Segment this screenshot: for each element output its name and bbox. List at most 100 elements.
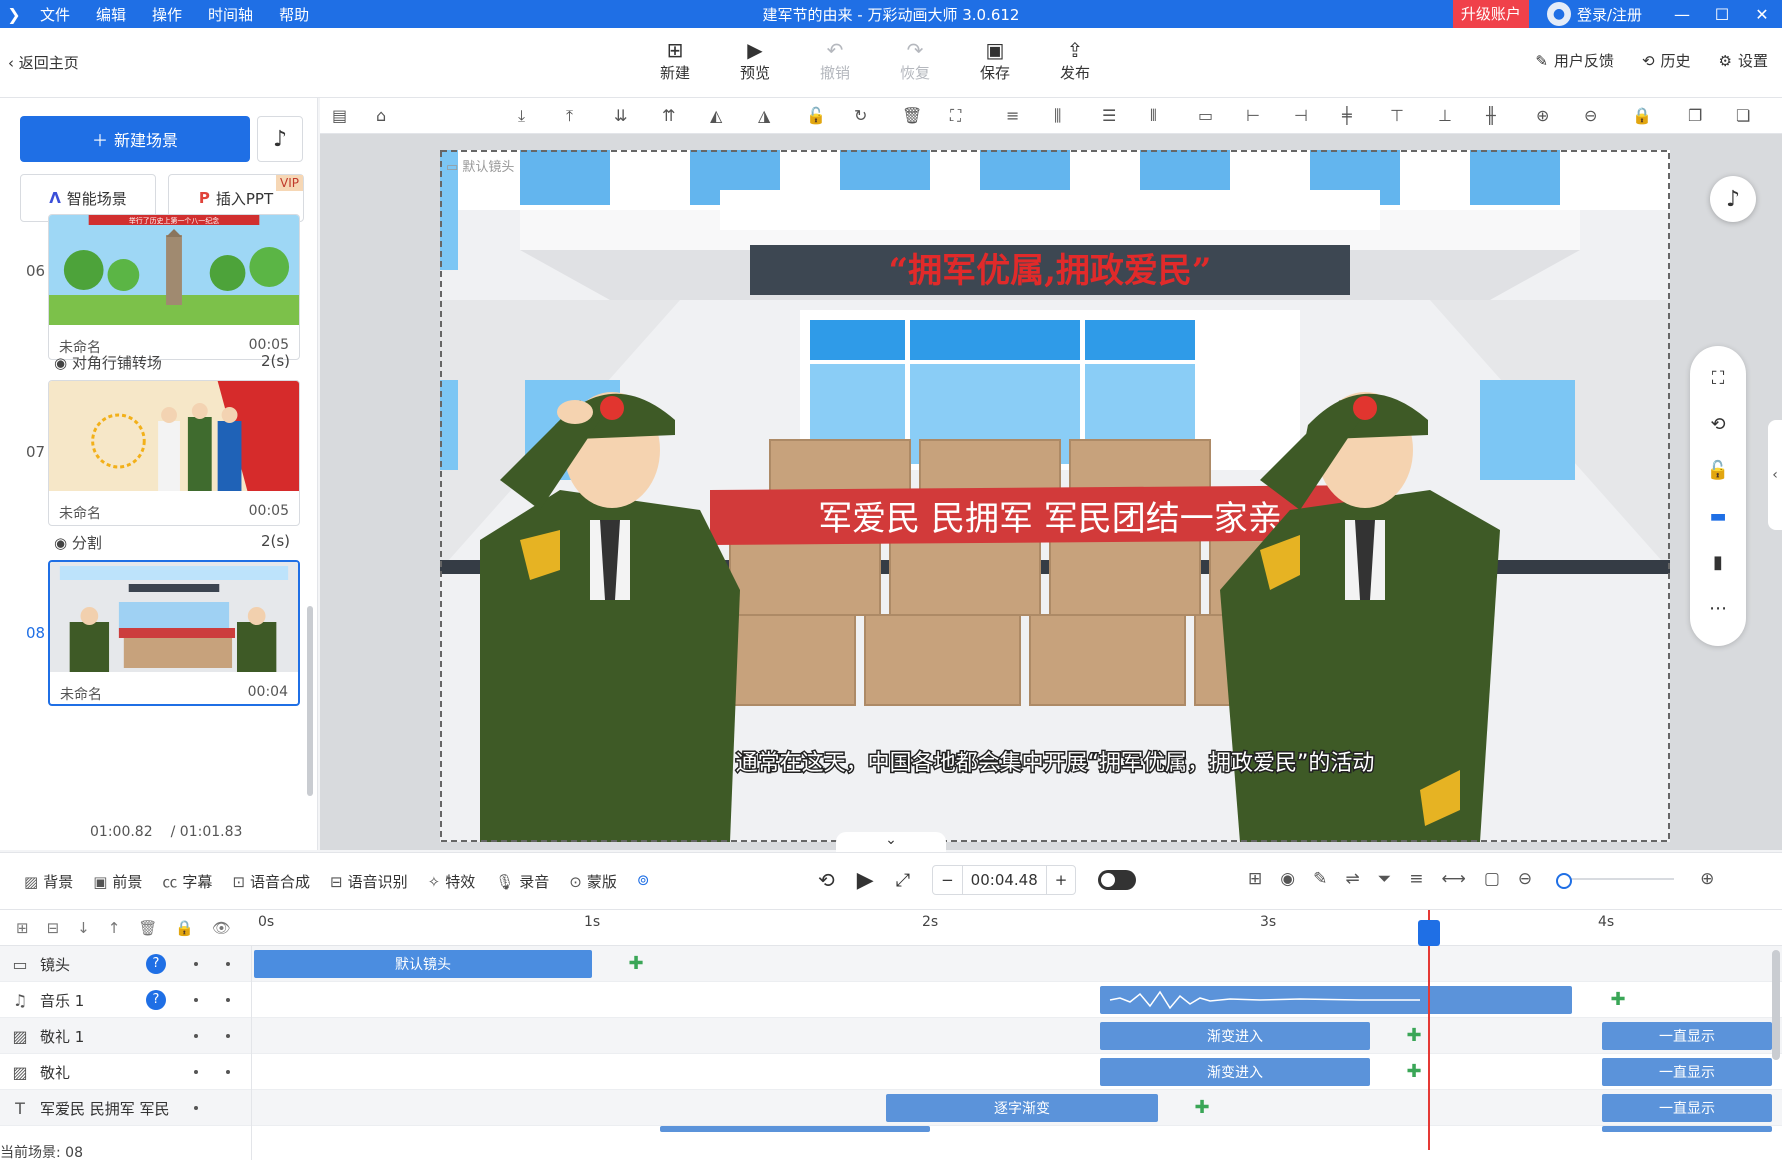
move-bottom-icon[interactable]: ⤓: [518, 106, 525, 126]
scene-card-08[interactable]: 未命名 00:04: [48, 560, 300, 706]
align-hcenter-icon[interactable]: ╪: [1342, 106, 1352, 125]
timeline-zoom-in-icon[interactable]: ⊕: [1700, 869, 1714, 889]
more-icon[interactable]: ⋯: [1690, 598, 1746, 619]
track-row-salute-1[interactable]: ▨ 敬礼 1 渐变进入 ✚ 一直显示: [0, 1018, 1782, 1054]
distribute-h-icon[interactable]: ⫼: [1054, 106, 1061, 126]
background-button[interactable]: ▨ 背景: [24, 871, 73, 892]
layout-icon[interactable]: ▤: [332, 106, 347, 125]
save-button[interactable]: ▣ 保存: [970, 38, 1020, 83]
subtitle-button[interactable]: ㏄字幕: [162, 871, 212, 892]
clip-always-show[interactable]: 一直显示: [1602, 1022, 1772, 1050]
track-row-salute[interactable]: ▨ 敬礼 渐变进入 ✚ 一直显示: [0, 1054, 1782, 1090]
delete-track-icon[interactable]: 🗑: [138, 919, 157, 937]
time-ruler[interactable]: 0s 1s 2s 3s 4s: [252, 910, 1782, 946]
history-button[interactable]: ⟲ 历史: [1642, 50, 1691, 71]
edit-icon[interactable]: ✎: [1313, 869, 1327, 889]
time-minus-button[interactable]: −: [933, 871, 962, 889]
record-button[interactable]: 🎙 录音: [495, 871, 549, 892]
adjust-icon[interactable]: ≡: [1409, 869, 1423, 889]
settings-button[interactable]: ⚙ 设置: [1719, 50, 1768, 71]
timeline-zoom-out-icon[interactable]: ⊖: [1518, 869, 1532, 889]
snap-toggle[interactable]: [1098, 870, 1137, 890]
scene-card-07[interactable]: 未命名 00:05: [48, 380, 300, 526]
clip-always-show[interactable]: 一直显示: [1602, 1058, 1772, 1086]
align-middle-icon[interactable]: ☰: [1102, 106, 1116, 125]
ratio-icon[interactable]: ▢: [1484, 869, 1500, 889]
fullscreen-icon[interactable]: ⛶: [1690, 368, 1746, 389]
track-row-camera[interactable]: ▭ 镜头? 默认镜头 ✚: [0, 946, 1782, 982]
menu-help[interactable]: 帮助: [279, 4, 309, 25]
menu-edit[interactable]: 编辑: [96, 4, 126, 25]
keyframe-add-icon[interactable]: ✚: [1404, 1062, 1424, 1082]
align-vcenter-icon[interactable]: ╫: [1486, 106, 1496, 125]
clip-fade-in[interactable]: 渐变进入: [1100, 1022, 1370, 1050]
upgrade-button[interactable]: 升级账户: [1452, 0, 1529, 28]
move-top-icon[interactable]: ⤒: [566, 106, 573, 126]
align-center-h-icon[interactable]: ≡: [1006, 106, 1019, 125]
foreground-button[interactable]: ▣ 前景: [93, 871, 142, 892]
back-home-button[interactable]: ‹ 返回主页: [8, 52, 79, 73]
canvas-music-button[interactable]: ♪: [1710, 176, 1756, 222]
transition-07-08[interactable]: ◉ 分割 2(s): [54, 532, 290, 553]
tts-button[interactable]: ⊡ 语音合成: [232, 871, 310, 892]
camera-snapshot-icon[interactable]: ◉: [1280, 869, 1295, 889]
move-up-track-icon[interactable]: ↑: [108, 919, 121, 937]
replay-icon[interactable]: ⟲: [818, 868, 835, 892]
stage-canvas[interactable]: “拥军优属,拥政爱民” 军爱民 民拥军 军民团结一家亲 通常在这天，中国各地都会…: [440, 150, 1670, 842]
play-icon[interactable]: ▶: [857, 868, 874, 893]
home-icon[interactable]: ⌂: [376, 106, 386, 125]
help-icon[interactable]: ?: [146, 954, 166, 974]
landscape-icon[interactable]: ▬: [1690, 506, 1746, 527]
keyframe-add-icon[interactable]: ✚: [626, 954, 646, 974]
align-right-icon[interactable]: ⊣: [1294, 106, 1308, 125]
align-left-icon[interactable]: ⊢: [1246, 106, 1260, 125]
publish-button[interactable]: ⇪ 发布: [1050, 38, 1100, 83]
clip-partial[interactable]: [1602, 1126, 1772, 1132]
clip-music-waveform[interactable]: [1100, 986, 1572, 1014]
fit-icon[interactable]: ⛶: [950, 106, 961, 126]
align-bottom-icon[interactable]: ⊥: [1438, 106, 1452, 125]
delete-icon[interactable]: 🗑: [902, 106, 922, 125]
expand-icon[interactable]: ⤢: [896, 870, 910, 891]
visibility-icon[interactable]: 👁: [212, 919, 231, 937]
new-folder-icon[interactable]: ⊟: [47, 919, 60, 937]
redo-button[interactable]: ↷ 恢复: [890, 38, 940, 83]
distribute-v-icon[interactable]: ⫴: [1150, 106, 1157, 126]
lock-track-icon[interactable]: 🔒: [175, 919, 194, 937]
timeline-scrollbar[interactable]: [1772, 950, 1780, 1060]
playhead-handle[interactable]: [1418, 920, 1440, 946]
flip-horizontal-icon[interactable]: ◭: [710, 106, 722, 125]
scene-music-button[interactable]: ♪: [257, 116, 303, 162]
track-row-music[interactable]: ♫ 音乐 1? ✚: [0, 982, 1782, 1018]
zoom-in-icon[interactable]: ⊕: [1536, 106, 1549, 125]
scene-list-scrollbar[interactable]: [307, 606, 313, 796]
clip-default-camera[interactable]: 默认镜头: [254, 950, 592, 978]
menu-file[interactable]: 文件: [40, 4, 70, 25]
time-value[interactable]: 00:04.48: [961, 866, 1047, 894]
move-down-track-icon[interactable]: ↓: [77, 919, 90, 937]
track-row-partial[interactable]: [0, 1126, 1782, 1160]
transition-06-07[interactable]: ◉ 对角行铺转场 2(s): [54, 352, 290, 373]
maximize-icon[interactable]: ☐: [1702, 5, 1742, 24]
clip-always-show[interactable]: 一直显示: [1602, 1094, 1772, 1122]
minimize-icon[interactable]: —: [1662, 5, 1702, 24]
collapse-panel-icon[interactable]: ‹: [1768, 420, 1782, 530]
login-button[interactable]: ● 登录/注册: [1546, 2, 1642, 26]
help-icon[interactable]: ?: [146, 990, 166, 1010]
menu-timeline[interactable]: 时间轴: [208, 4, 253, 25]
paste-icon[interactable]: ❏: [1736, 106, 1750, 125]
clip-char-fade[interactable]: 逐字渐变: [886, 1094, 1158, 1122]
clip-fade-in[interactable]: 渐变进入: [1100, 1058, 1370, 1086]
keyframe-add-icon[interactable]: ✚: [1192, 1098, 1212, 1118]
scene-card-06[interactable]: 举行了历史上第一个八一纪念 未命名 00:05: [48, 214, 300, 360]
menu-operate[interactable]: 操作: [152, 4, 182, 25]
more-tools-icon[interactable]: ⊚: [637, 871, 650, 892]
route-icon[interactable]: ⇌: [1345, 869, 1359, 889]
lock-all-icon[interactable]: 🔒: [1632, 106, 1652, 125]
mask-button[interactable]: ⊙ 蒙版: [569, 871, 617, 892]
unlock-icon[interactable]: 🔓: [1690, 460, 1746, 481]
undo-button[interactable]: ↶ 撤销: [810, 38, 860, 83]
close-icon[interactable]: ✕: [1742, 5, 1782, 24]
rotate-screen-icon[interactable]: ⟲: [1690, 414, 1746, 435]
zoom-out-icon[interactable]: ⊖: [1584, 106, 1597, 125]
